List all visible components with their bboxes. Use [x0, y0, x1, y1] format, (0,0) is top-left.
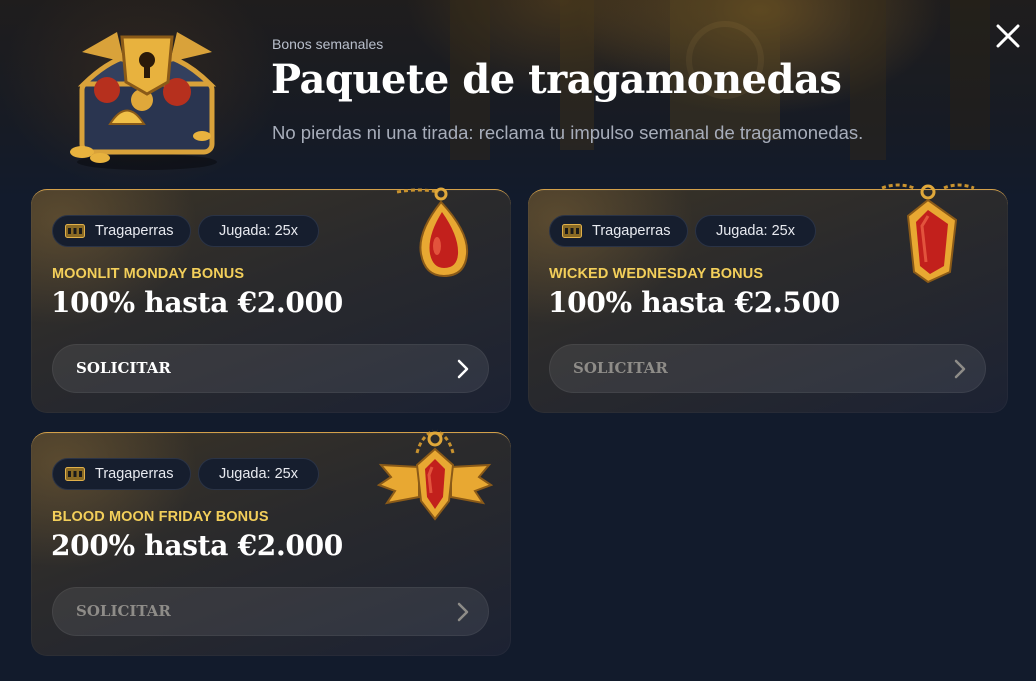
claim-button[interactable]: SOLICITAR [549, 344, 986, 393]
page-title: Paquete de tragamonedas [271, 56, 842, 103]
coffin-amulet-icon [881, 183, 975, 284]
page-subtitle: No pierdas ni una tirada: reclama tu imp… [272, 122, 864, 143]
bonus-name: BLOOD MOON FRIDAY BONUS [52, 509, 269, 525]
slot-machine-icon [65, 467, 85, 481]
chevron-right-icon [457, 602, 469, 622]
slot-machine-icon [65, 224, 85, 238]
bonus-card-wednesday: Tragaperras Jugada: 25x WICKED WEDNESDAY… [528, 183, 1008, 413]
wager-tag: Jugada: 25x [198, 215, 319, 247]
bonus-card-friday: Tragaperras Jugada: 25x BLOOD MOON FRIDA… [31, 429, 511, 656]
chevron-right-icon [457, 359, 469, 379]
wager-tag: Jugada: 25x [695, 215, 816, 247]
claim-button-label: SOLICITAR [76, 602, 171, 620]
close-icon[interactable] [994, 22, 1022, 50]
claim-button[interactable]: SOLICITAR [52, 587, 489, 636]
slot-machine-icon [562, 224, 582, 238]
slots-tag: Tragaperras [549, 215, 688, 247]
bonus-amount: 100% hasta €2.500 [548, 286, 840, 319]
slots-tag-label: Tragaperras [95, 466, 174, 482]
bonus-amount: 100% hasta €2.000 [51, 286, 343, 319]
slots-tag: Tragaperras [52, 215, 191, 247]
claim-button-label: SOLICITAR [573, 359, 668, 377]
slots-tag-label: Tragaperras [592, 223, 671, 239]
bat-wing-amulet-icon [377, 429, 493, 521]
teardrop-amulet-icon [396, 187, 469, 278]
bonus-name: WICKED WEDNESDAY BONUS [549, 266, 764, 282]
section-eyebrow: Bonos semanales [272, 36, 384, 52]
bonus-name: MOONLIT MONDAY BONUS [52, 266, 245, 282]
bonus-card-monday: Tragaperras Jugada: 25x MOONLIT MONDAY B… [31, 187, 511, 413]
claim-button-label: SOLICITAR [76, 359, 171, 377]
chevron-right-icon [954, 359, 966, 379]
bonus-amount: 200% hasta €2.000 [51, 529, 343, 562]
slots-tag-label: Tragaperras [95, 223, 174, 239]
claim-button[interactable]: SOLICITAR [52, 344, 489, 393]
wager-tag: Jugada: 25x [198, 458, 319, 490]
treasure-chest-image [70, 32, 217, 170]
slots-tag: Tragaperras [52, 458, 191, 490]
